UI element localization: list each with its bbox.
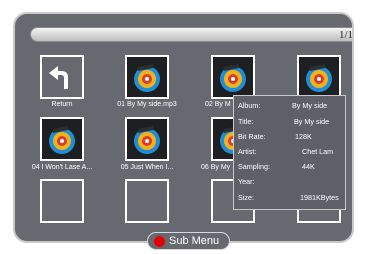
empty-slot	[125, 179, 169, 223]
sub-menu-label: Sub Menu	[169, 235, 220, 247]
file-tile-3[interactable]	[297, 55, 341, 99]
file-label-5: 05 Just When I...	[120, 164, 174, 171]
info-value: By My side	[294, 117, 330, 126]
info-key: Size:	[238, 193, 254, 202]
return-label: Return	[51, 101, 73, 108]
red-button-icon	[154, 236, 165, 247]
info-value: By My side	[292, 101, 328, 110]
info-key: Year:	[238, 177, 255, 186]
info-row-album: Album: By My side	[238, 101, 343, 111]
info-value: 44K	[302, 162, 315, 171]
page-indicator: 1/1	[338, 29, 353, 41]
info-key: Artist:	[238, 147, 257, 156]
file-tile-1[interactable]	[125, 55, 169, 99]
music-file-icon	[220, 64, 246, 92]
page-progress-bar: 1/1	[30, 27, 353, 42]
file-label-4: 04 I Won't Lase A...	[31, 164, 93, 171]
info-row-year: Year:	[238, 177, 343, 187]
file-tile-5[interactable]	[125, 117, 169, 161]
info-row-title: Title: By My side	[238, 117, 343, 127]
music-file-icon	[134, 126, 160, 154]
music-file-icon	[134, 64, 160, 92]
empty-slot	[40, 179, 84, 223]
file-info-panel: Album: By My side Title: By My side Bit …	[233, 95, 346, 210]
info-key: Album:	[238, 101, 261, 110]
sub-menu-button[interactable]: Sub Menu	[147, 232, 230, 250]
info-value: 1981KBytes	[300, 193, 339, 202]
info-key: Title:	[238, 117, 254, 126]
file-label-1: 01 By My side.mp3	[117, 101, 177, 108]
info-row-artist: Artist: Chet Lam	[238, 147, 343, 157]
info-value: Chet Lam	[302, 147, 334, 156]
return-tile[interactable]	[40, 55, 84, 99]
music-file-icon	[49, 126, 75, 154]
info-key: Bit Rate:	[238, 132, 266, 141]
info-key: Sampling:	[238, 162, 270, 171]
info-value: 128K	[295, 132, 312, 141]
info-row-bitrate: Bit Rate: 128K	[238, 132, 343, 142]
return-arrow-icon	[49, 66, 68, 89]
info-row-sampling: Sampling: 44K	[238, 162, 343, 172]
info-row-size: Size: 1981KBytes	[238, 193, 343, 203]
file-tile-2[interactable]	[211, 55, 255, 99]
file-tile-4[interactable]	[40, 117, 84, 161]
music-file-icon	[306, 64, 332, 92]
